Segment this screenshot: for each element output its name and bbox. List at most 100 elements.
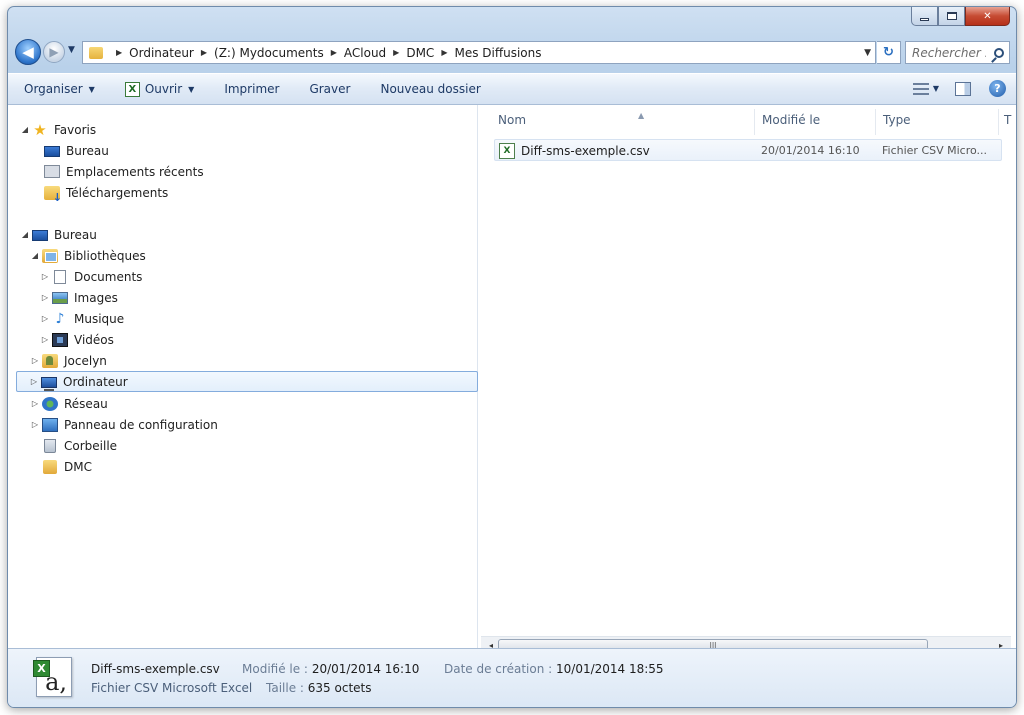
graver-button[interactable]: Graver xyxy=(301,78,358,100)
expanded-arrow-icon[interactable]: ◢ xyxy=(30,251,40,260)
tree-item-bureau[interactable]: ◢ Bureau xyxy=(20,224,97,245)
collapsed-arrow-icon[interactable]: ▷ xyxy=(40,314,50,323)
refresh-button[interactable]: ↻ xyxy=(877,41,901,64)
breadcrumb-dmc[interactable]: DMC xyxy=(406,46,434,60)
tree-item-corbeille[interactable]: Corbeille xyxy=(30,435,117,456)
breadcrumb-separator-icon[interactable]: ▶ xyxy=(201,48,207,57)
tree-label: Vidéos xyxy=(74,332,114,347)
collapsed-arrow-icon[interactable]: ▷ xyxy=(40,293,50,302)
close-button[interactable]: ✕ xyxy=(965,7,1010,26)
minimize-button[interactable] xyxy=(911,7,938,26)
tree-label: Documents xyxy=(74,269,143,284)
chevron-down-icon[interactable]: ▼ xyxy=(933,84,939,93)
tree-item-bureau-favori[interactable]: Bureau xyxy=(32,140,109,161)
details-file-name: Diff-sms-exemple.csv xyxy=(91,662,220,676)
breadcrumb-separator-icon[interactable]: ▶ xyxy=(116,48,122,57)
column-divider[interactable] xyxy=(875,109,876,135)
address-bar[interactable]: ▶ Ordinateur ▶ (Z:) Mydocuments ▶ ACloud… xyxy=(82,41,876,64)
details-modified: Modifié le : 20/01/2014 16:10 xyxy=(242,662,419,676)
chevron-down-icon: ▼ xyxy=(88,84,95,94)
nouveau-dossier-button[interactable]: Nouveau dossier xyxy=(372,78,488,100)
tree-item-reseau[interactable]: ▷ Réseau xyxy=(30,393,108,414)
tree-item-images[interactable]: ▷ Images xyxy=(40,287,118,308)
search-field[interactable] xyxy=(905,41,1010,64)
tree-item-musique[interactable]: ▷ ♪ Musique xyxy=(40,308,124,329)
breadcrumb-separator-icon[interactable]: ▶ xyxy=(331,48,337,57)
back-arrow-icon: ◀ xyxy=(22,43,34,61)
tree-label: Téléchargements xyxy=(66,185,169,200)
expanded-arrow-icon[interactable]: ◢ xyxy=(20,125,30,134)
tree-label: Bureau xyxy=(54,227,97,242)
tree-item-videos[interactable]: ▷ Vidéos xyxy=(40,329,114,350)
search-input[interactable] xyxy=(912,45,986,60)
forward-button[interactable]: ▶ xyxy=(43,41,65,63)
tree-item-telechargements[interactable]: Téléchargements xyxy=(32,182,169,204)
column-label: Type xyxy=(883,113,911,127)
navigation-pane: ◢ ★ Favoris Bureau Emplacements récents … xyxy=(8,105,478,648)
column-header-modifie[interactable]: Modifié le xyxy=(762,113,820,133)
column-header-type[interactable]: Type xyxy=(883,113,911,133)
column-divider[interactable] xyxy=(754,109,755,135)
caption-buttons: ✕ xyxy=(911,7,1010,26)
tree-label: Musique xyxy=(74,311,125,326)
collapsed-arrow-icon[interactable]: ▷ xyxy=(40,335,50,344)
imprimer-button[interactable]: Imprimer xyxy=(216,78,287,100)
file-modified: 20/01/2014 16:10 xyxy=(761,144,860,157)
videos-icon xyxy=(52,332,68,347)
chevron-down-icon: ▼ xyxy=(68,45,75,55)
computer-icon xyxy=(41,376,57,391)
ouvrir-label: Ouvrir xyxy=(144,82,183,96)
preview-pane-icon[interactable] xyxy=(955,81,971,96)
breadcrumb-separator-icon[interactable]: ▶ xyxy=(441,48,447,57)
collapsed-arrow-icon[interactable]: ▷ xyxy=(30,420,40,429)
tree-item-bibliotheques[interactable]: ◢ Bibliothèques xyxy=(30,245,146,266)
organiser-button[interactable]: Organiser ▼ xyxy=(16,78,103,100)
address-row: ◀ ▶ ▼ ▶ Ordinateur ▶ (Z:) Mydocuments ▶ … xyxy=(8,37,1016,67)
recent-pages-button[interactable]: ▼ xyxy=(68,45,75,55)
tree-label: Ordinateur xyxy=(63,374,128,389)
tree-label: Favoris xyxy=(54,122,97,137)
search-icon[interactable] xyxy=(994,47,1004,58)
excel-file-large-icon: X a, xyxy=(33,657,72,697)
collapsed-arrow-icon[interactable]: ▷ xyxy=(29,377,39,386)
column-header-taille[interactable]: T xyxy=(1004,113,1011,133)
tree-item-documents[interactable]: ▷ Documents xyxy=(40,266,142,287)
collapsed-arrow-icon[interactable]: ▷ xyxy=(30,356,40,365)
breadcrumb-separator-icon[interactable]: ▶ xyxy=(393,48,399,57)
column-divider[interactable] xyxy=(998,109,999,135)
tree-item-favoris[interactable]: ◢ ★ Favoris xyxy=(20,119,96,140)
tree-item-panneau-configuration[interactable]: ▷ Panneau de configuration xyxy=(30,414,218,435)
breadcrumb-acloud[interactable]: ACloud xyxy=(344,46,386,60)
tree-item-ordinateur[interactable]: ▷ Ordinateur xyxy=(16,371,478,392)
tree-label: Corbeille xyxy=(64,438,118,453)
help-icon[interactable]: ? xyxy=(989,80,1006,97)
breadcrumb-ordinateur[interactable]: Ordinateur xyxy=(129,46,194,60)
column-header-nom[interactable]: Nom ▲ xyxy=(498,111,644,133)
chevron-down-icon[interactable]: ▼ xyxy=(188,85,194,94)
music-note-icon: ♪ xyxy=(55,310,65,327)
breadcrumb-mes-diffusions[interactable]: Mes Diffusions xyxy=(454,46,541,60)
network-icon xyxy=(42,396,58,411)
collapsed-arrow-icon[interactable]: ▷ xyxy=(40,272,50,281)
star-icon: ★ xyxy=(33,120,47,139)
ouvrir-button[interactable]: X Ouvrir ▼ xyxy=(117,78,203,101)
details-pane: X a, Diff-sms-exemple.csv Fichier CSV Mi… xyxy=(8,648,1016,707)
tree-item-jocelyn[interactable]: ▷ Jocelyn xyxy=(30,350,107,371)
back-button[interactable]: ◀ xyxy=(15,39,41,65)
file-row[interactable]: X Diff-sms-exemple.csv 20/01/2014 16:10 … xyxy=(494,139,1002,161)
tree-label: DMC xyxy=(64,459,92,474)
breadcrumb-drive-z[interactable]: (Z:) Mydocuments xyxy=(214,46,324,60)
tree-item-emplacements-recents[interactable]: Emplacements récents xyxy=(32,161,204,182)
tree-item-dmc[interactable]: DMC xyxy=(30,456,92,477)
expanded-arrow-icon[interactable]: ◢ xyxy=(20,230,30,239)
forward-arrow-icon: ▶ xyxy=(49,45,59,59)
view-options-icon[interactable] xyxy=(912,82,929,95)
excel-csv-icon: X xyxy=(499,143,515,159)
collapsed-arrow-icon[interactable]: ▷ xyxy=(30,399,40,408)
tree-label: Bureau xyxy=(66,143,109,158)
details-created-value: 10/01/2014 18:55 xyxy=(556,662,664,676)
maximize-button[interactable] xyxy=(938,7,965,26)
tree-label: Images xyxy=(74,290,118,305)
recent-places-icon xyxy=(44,165,60,178)
address-dropdown-icon[interactable]: ▼ xyxy=(864,48,871,58)
